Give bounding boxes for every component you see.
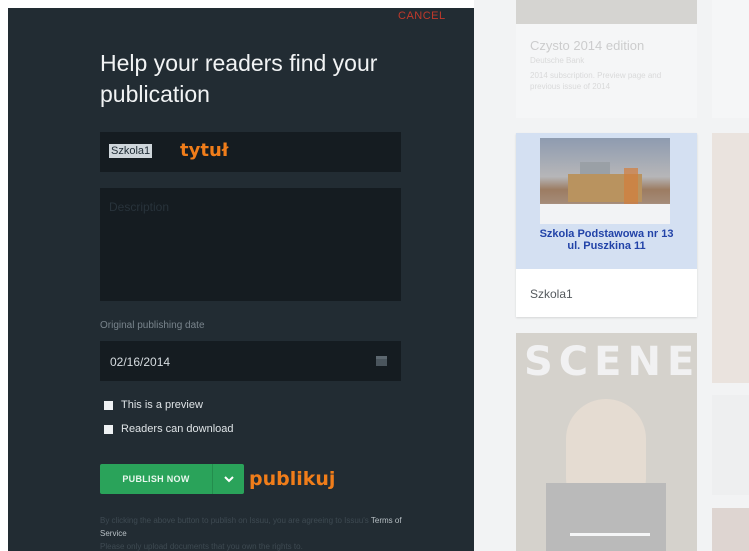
download-label: Readers can download [121,423,234,435]
cover-strip [570,533,650,536]
card-title: Czysto 2014 edition [530,38,645,53]
download-checkbox-row[interactable]: Readers can download [104,423,234,435]
publish-now-button[interactable]: PUBLISH NOW [100,464,244,494]
preview-checkbox[interactable] [104,400,113,410]
cover-caption-line2: ul. Puszkina 11 [567,240,646,252]
publication-card[interactable]: Szkola Podstawowa nr 13 ul. Puszkina 11 … [516,133,697,317]
calendar-icon[interactable] [376,356,387,366]
panel-heading: Help your readers find your publication [100,50,378,107]
description-field[interactable]: Description [100,188,401,301]
title-value: Szkola1 [109,144,153,158]
cover-caption-line1: Szkola Podstawowa nr 13 [539,228,674,240]
publication-cover: Szkola Podstawowa nr 13 ul. Puszkina 11 [516,133,697,269]
publication-name: Szkola1 [530,287,573,301]
date-label: Original publishing date [100,320,205,331]
card-description: 2014 subscription. Preview page and prev… [530,71,662,91]
preview-checkbox-row[interactable]: This is a preview [104,399,203,411]
title-annotation: tytuł [180,140,229,161]
library-background: Czysto 2014 edition Deutsche Bank 2014 s… [474,0,749,551]
terms-suffix: Please only upload documents that you ow… [100,542,303,551]
date-field[interactable]: 02/16/2014 [100,341,401,381]
cover-portrait-body [546,483,666,551]
date-value: 02/16/2014 [110,355,171,369]
terms-prefix: By clicking the above button to publish … [100,516,369,525]
title-field[interactable]: Szkola1 tytuł [100,132,401,172]
library-card[interactable] [712,133,749,383]
cancel-button[interactable]: CANCEL [398,10,446,22]
library-card[interactable] [712,508,749,551]
scene-magazine-card[interactable]: SCENE [516,333,697,551]
preview-label: This is a preview [121,399,203,411]
chevron-down-icon[interactable] [212,464,244,494]
card-cover-image [516,0,697,24]
publish-annotation: publikuj [249,468,336,490]
library-card[interactable] [712,0,749,118]
publish-panel: CANCEL Help your readers find your publi… [8,8,474,551]
scene-title: SCENE [524,339,701,385]
download-checkbox[interactable] [104,424,113,434]
publish-label: PUBLISH NOW [122,474,190,484]
terms-text: By clicking the above button to publish … [100,514,410,551]
library-card[interactable]: Czysto 2014 edition Deutsche Bank 2014 s… [516,0,697,118]
school-photo [540,138,670,224]
library-card[interactable] [712,395,749,495]
cover-caption: Szkola Podstawowa nr 13 ul. Puszkina 11 [516,228,697,252]
card-meta: Deutsche Bank [530,56,585,65]
